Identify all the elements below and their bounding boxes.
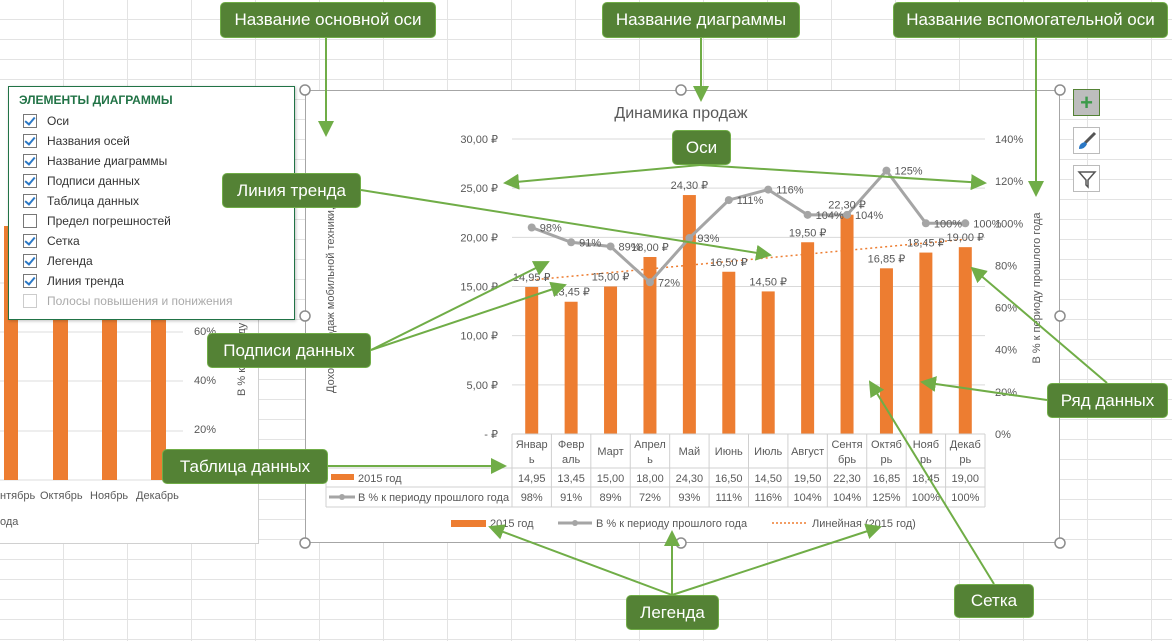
callout-trendline: Линия тренда [222, 173, 361, 208]
callout-secondary-axis-title: Название вспомогательной оси [893, 2, 1168, 38]
callout-arrows [318, 38, 1108, 596]
callout-axes: Оси [672, 130, 731, 165]
callout-data-table: Таблица данных [162, 449, 328, 484]
callout-data-series: Ряд данных [1047, 383, 1168, 418]
callout-legend: Легенда [626, 595, 719, 630]
callout-primary-axis-title: Название основной оси [220, 2, 436, 38]
callout-chart-title: Название диаграммы [602, 2, 800, 38]
callout-data-labels: Подписи данных [207, 333, 371, 368]
callout-grid: Сетка [954, 584, 1034, 618]
